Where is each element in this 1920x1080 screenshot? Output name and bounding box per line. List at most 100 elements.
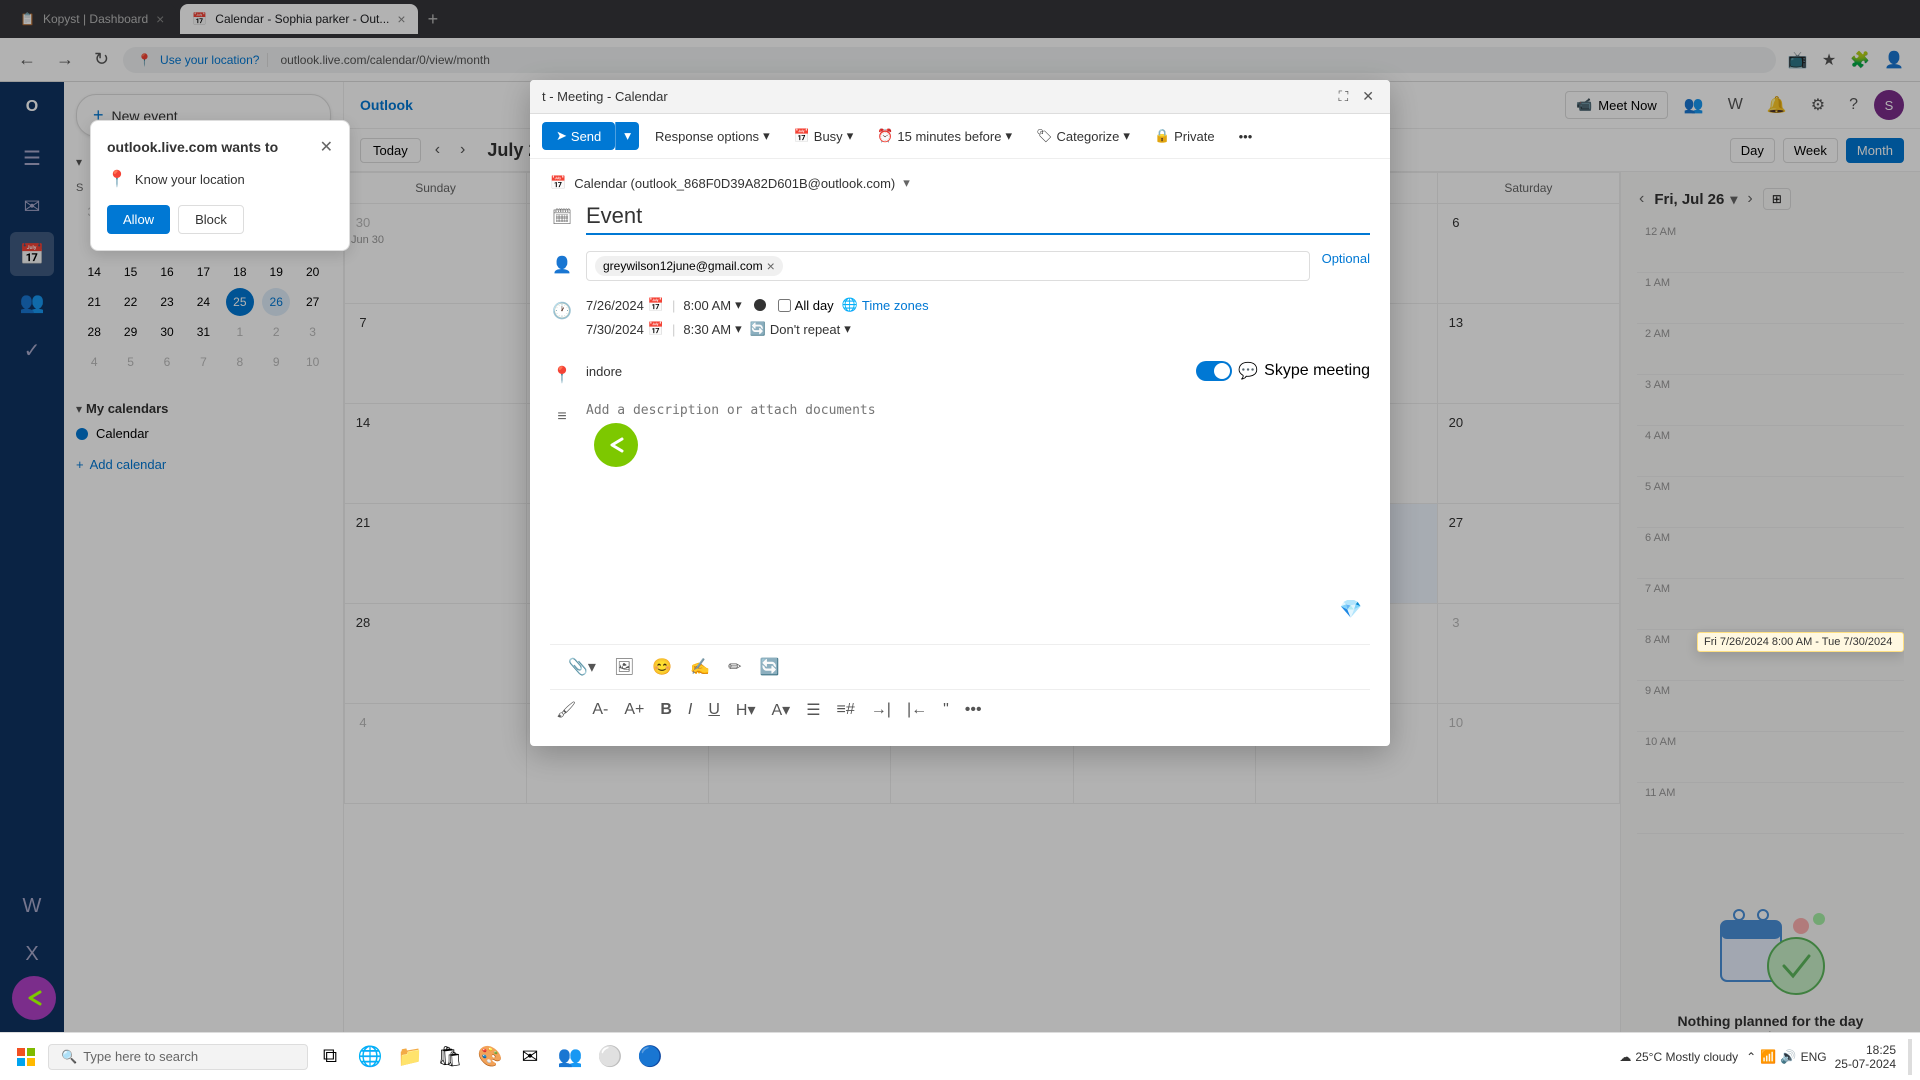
language-indicator: ENG [1801, 1050, 1827, 1064]
repeat-dropdown-icon: ▾ [844, 321, 851, 337]
description-textarea[interactable] [586, 403, 1370, 623]
font-color-button[interactable]: A▾ [766, 696, 797, 724]
reminder-icon: ⏰ [877, 128, 893, 144]
end-date-input[interactable]: 7/30/2024 📅 [586, 321, 664, 337]
calendar-pick-icon-end[interactable]: 📅 [648, 321, 664, 337]
quote-button[interactable]: " [937, 697, 955, 723]
reminder-button[interactable]: ⏰ 15 minutes before ▾ [869, 124, 1020, 148]
taskbar: 🔍 Type here to search ⧉ 🌐 📁 🛍 🎨 ✉ 👥 ⚪ 🔵 … [0, 1032, 1920, 1080]
image-button[interactable]: 🖼 [608, 653, 640, 681]
taskbar-app-paint[interactable]: 🎨 [472, 1039, 508, 1075]
calendar-pick-icon-start[interactable]: 📅 [648, 297, 664, 313]
search-icon: 🔍 [61, 1049, 77, 1065]
outdent-button[interactable]: |← [901, 697, 933, 723]
weather-text: 25°C Mostly cloudy [1635, 1050, 1738, 1064]
private-button[interactable]: 🔒 Private [1146, 124, 1223, 148]
draw-button[interactable]: ✏ [722, 653, 747, 681]
all-day-label: All day [795, 298, 834, 313]
reminder-dropdown-icon: ▾ [1005, 128, 1012, 144]
signature-button[interactable]: ✍ [684, 653, 716, 681]
taskbar-app-explorer[interactable]: 📁 [392, 1039, 428, 1075]
more-options-button[interactable]: ••• [1231, 125, 1261, 148]
show-desktop-button[interactable] [1908, 1039, 1912, 1075]
repeat-dropdown-button[interactable]: 🔄 Don't repeat ▾ [750, 321, 851, 337]
timezone-link[interactable]: 🌐 Time zones [842, 297, 929, 313]
skype-label: Skype meeting [1264, 362, 1370, 380]
popup-title: outlook.live.com wants to [107, 139, 278, 155]
response-options-label: Response options [655, 129, 759, 144]
indent-button[interactable]: →| [865, 697, 897, 723]
block-button[interactable]: Block [178, 205, 244, 234]
emoji-button[interactable]: 😊 [646, 653, 678, 681]
repeat-icon: 🔄 [750, 321, 766, 337]
taskbar-app-teams[interactable]: 👥 [552, 1039, 588, 1075]
decrease-font-button[interactable]: A- [586, 697, 614, 723]
start-date-input[interactable]: 7/26/2024 📅 [586, 297, 664, 313]
taskbar-app-chrome[interactable]: ⚪ [592, 1039, 628, 1075]
start-button[interactable] [8, 1039, 44, 1075]
location-content: 💬 Skype meeting [586, 361, 1370, 381]
start-date-value: 7/26/2024 [586, 298, 644, 313]
taskbar-app-store[interactable]: 🛍 [432, 1039, 468, 1075]
attach-button[interactable]: 📎▾ [562, 653, 602, 681]
underline-button[interactable]: U [702, 697, 726, 723]
attendee-remove-1[interactable]: × [767, 258, 775, 274]
allow-button[interactable]: Allow [107, 205, 170, 234]
ai-icon-in-description[interactable]: 💎 [1340, 599, 1362, 620]
time-dropdown-icon-end: ▾ [735, 321, 742, 337]
categorize-button[interactable]: 🏷 Categorize ▾ [1028, 124, 1138, 148]
categorize-label: Categorize [1057, 129, 1120, 144]
circle-icon [754, 299, 766, 311]
end-date-value: 7/30/2024 [586, 322, 644, 337]
taskbar-clock[interactable]: 18:25 25-07-2024 [1835, 1043, 1896, 1071]
start-time-input[interactable]: 8:00 AM ▾ [683, 297, 741, 313]
private-icon: 🔒 [1154, 128, 1170, 144]
format-paint-button[interactable]: 🖌 [550, 696, 582, 724]
calendar-account-name: Calendar (outlook_868F0D39A82D601B@outlo… [574, 176, 895, 191]
status-dropdown-icon: ▾ [847, 128, 854, 144]
event-title-section: 🗓 [550, 203, 1370, 235]
all-day-input[interactable] [778, 299, 791, 312]
modal-body: 📅 Calendar (outlook_868F0D39A82D601B@out… [530, 159, 1390, 746]
repeat-label: Don't repeat [770, 322, 840, 337]
taskbar-app-mail[interactable]: ✉ [512, 1039, 548, 1075]
end-time-input[interactable]: 8:30 AM ▾ [683, 321, 741, 337]
send-dropdown-button[interactable]: ▾ [615, 122, 639, 150]
kopyst-fab[interactable] [12, 976, 56, 1020]
highlight-button[interactable]: H▾ [730, 696, 762, 724]
attendees-input-wrap: greywilson12june@gmail.com × [586, 251, 1310, 281]
show-hidden-icons[interactable]: ⌃ [1746, 1050, 1756, 1064]
event-title-input[interactable] [586, 203, 1370, 235]
location-input[interactable] [586, 364, 1196, 379]
taskbar-weather[interactable]: ☁ 25°C Mostly cloudy [1619, 1050, 1738, 1064]
taskbar-app-task-view[interactable]: ⧉ [312, 1039, 348, 1075]
timezone-icon: 🌐 [842, 297, 858, 313]
taskbar-app-chrome2[interactable]: 🔵 [632, 1039, 668, 1075]
event-title-content [586, 203, 1370, 235]
time-separator-1: | [672, 298, 675, 313]
bold-button[interactable]: B [654, 697, 678, 723]
modal-expand-button[interactable]: ⛶ [1334, 86, 1352, 107]
skype-toggle-switch[interactable] [1196, 361, 1232, 381]
taskbar-app-edge[interactable]: 🌐 [352, 1039, 388, 1075]
response-options-button[interactable]: Response options ▾ [647, 124, 778, 148]
network-icon[interactable]: 📶 [1760, 1049, 1776, 1065]
optional-link[interactable]: Optional [1322, 251, 1370, 266]
calendar-dropdown-arrow[interactable]: ▾ [903, 175, 910, 191]
bullets-button[interactable]: ☰ [800, 696, 826, 724]
increase-font-button[interactable]: A+ [618, 697, 650, 723]
send-button[interactable]: ➤ Send [542, 122, 615, 150]
modal-header-icons: ⛶ ✕ [1334, 86, 1378, 107]
loop-button[interactable]: 🔄 [754, 653, 786, 681]
description-content: 💎 [586, 403, 1370, 628]
more-format-button[interactable]: ••• [959, 697, 988, 723]
italic-button[interactable]: I [682, 697, 698, 723]
volume-icon[interactable]: 🔊 [1780, 1049, 1796, 1065]
description-section: ≡ 💎 [550, 403, 1370, 628]
modal-close-button[interactable]: ✕ [1358, 86, 1378, 107]
popup-close-button[interactable]: ✕ [320, 137, 333, 157]
numbering-button[interactable]: ≡# [831, 697, 861, 723]
taskbar-search-box[interactable]: 🔍 Type here to search [48, 1044, 308, 1070]
status-button[interactable]: 📅 Busy ▾ [786, 124, 862, 148]
all-day-checkbox[interactable]: All day [778, 298, 834, 313]
